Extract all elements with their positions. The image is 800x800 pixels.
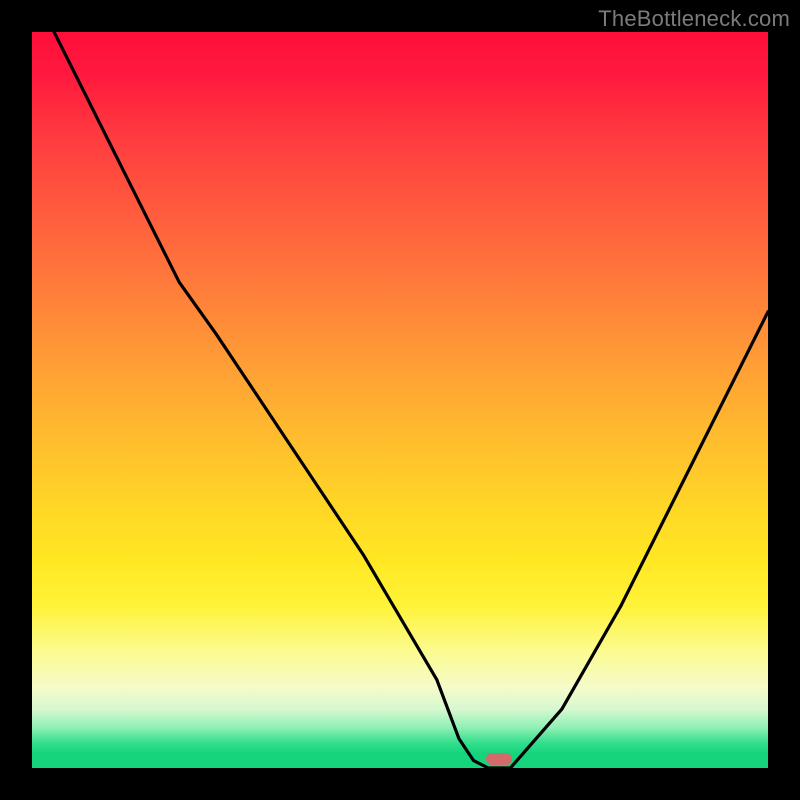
curve-path (54, 32, 768, 768)
plot-area (32, 32, 768, 768)
watermark-text: TheBottleneck.com (598, 6, 790, 32)
optimal-marker (486, 753, 512, 765)
chart-frame: TheBottleneck.com (0, 0, 800, 800)
bottleneck-curve (32, 32, 768, 768)
